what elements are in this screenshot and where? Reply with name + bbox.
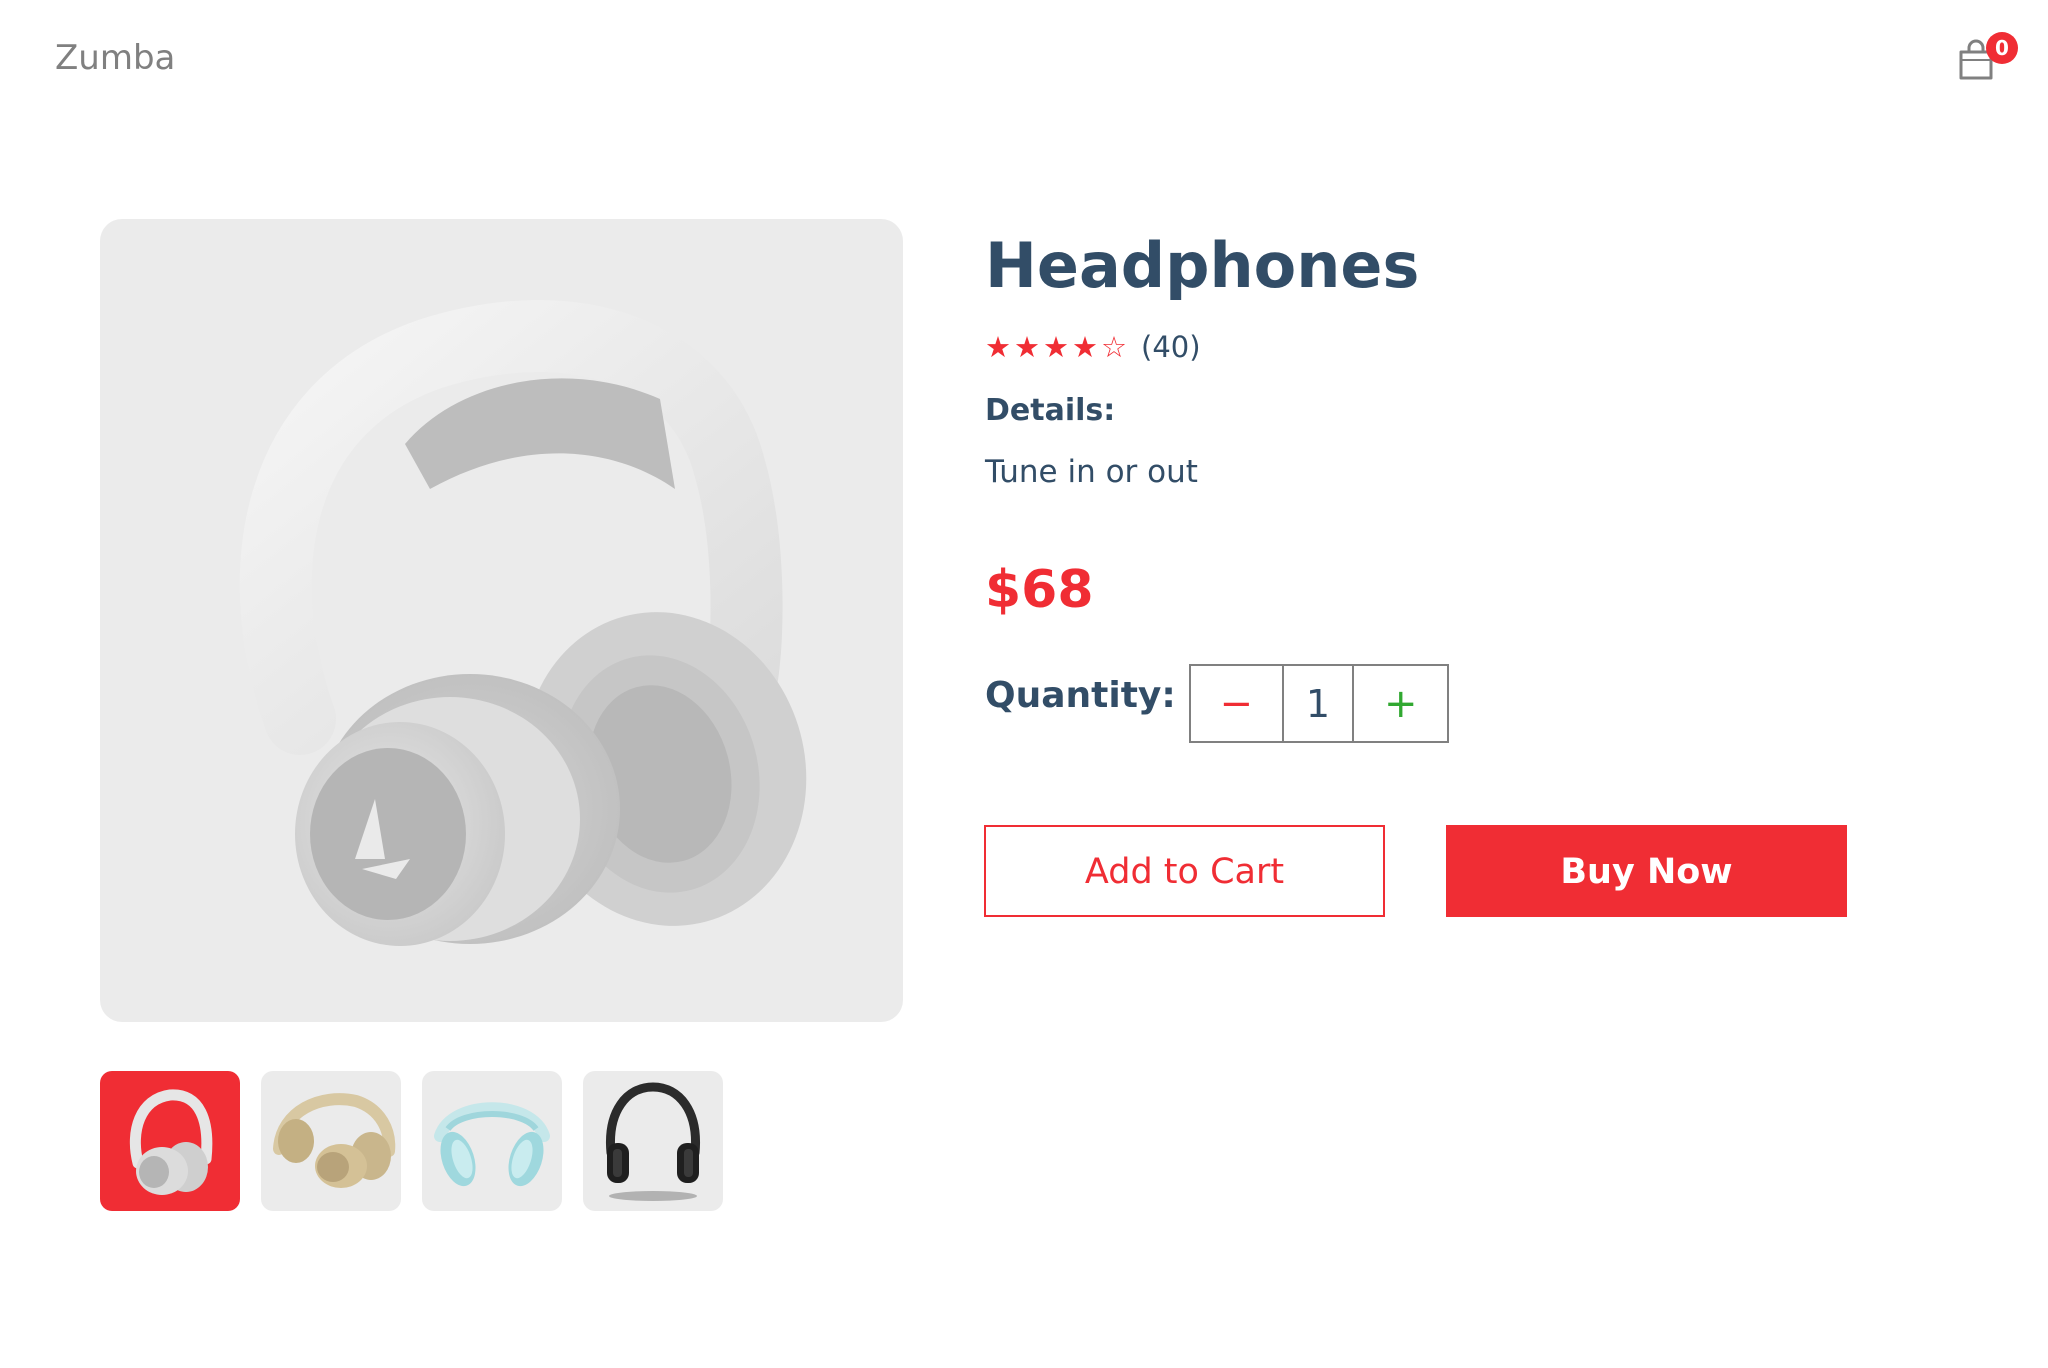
quantity-value: 1 <box>1281 666 1355 741</box>
beige-headphones-thumb-image <box>273 1093 396 1188</box>
product-rating: ★ ★ ★ ★ ☆ (40) <box>985 325 1201 369</box>
product-main-image[interactable] <box>100 219 903 1022</box>
star-filled-icon: ★ <box>1014 330 1040 364</box>
thumbnail-mint-headphones[interactable] <box>422 1071 562 1211</box>
star-outline-icon: ☆ <box>1101 330 1127 364</box>
thumbnail-black-headphones[interactable] <box>583 1071 723 1211</box>
thumbnail-beige-headphones[interactable] <box>261 1071 401 1211</box>
thumbnail-white-headphones[interactable] <box>100 1071 240 1211</box>
black-headphones-thumb-image <box>606 1082 700 1201</box>
review-count: (40) <box>1141 330 1201 364</box>
decrease-quantity-button[interactable]: − <box>1191 666 1282 741</box>
product-price: $68 <box>985 560 1094 620</box>
star-filled-icon: ★ <box>985 330 1011 364</box>
details-heading: Details: <box>985 393 1116 428</box>
product-title: Headphones <box>985 229 1420 302</box>
buy-now-button[interactable]: Buy Now <box>1446 825 1847 917</box>
increase-quantity-button[interactable]: + <box>1354 666 1447 741</box>
star-filled-icon: ★ <box>1072 330 1098 364</box>
mint-headphones-thumb-image <box>434 1102 550 1187</box>
cart-button[interactable]: 0 <box>1944 30 2020 90</box>
add-to-cart-button[interactable]: Add to Cart <box>984 825 1385 917</box>
quantity-stepper: − 1 + <box>1189 664 1449 743</box>
details-text: Tune in or out <box>985 454 1198 490</box>
star-filled-icon: ★ <box>1043 330 1069 364</box>
white-headphones-thumb-image <box>129 1089 213 1195</box>
white-headphones-image <box>239 300 807 946</box>
brand-logo-link[interactable]: Zumba <box>55 36 175 80</box>
thumbnail-strip <box>100 1071 723 1211</box>
quantity-label: Quantity: <box>985 675 1176 716</box>
rating-stars: ★ ★ ★ ★ ☆ <box>985 330 1127 364</box>
cart-count-badge: 0 <box>1986 32 2018 64</box>
